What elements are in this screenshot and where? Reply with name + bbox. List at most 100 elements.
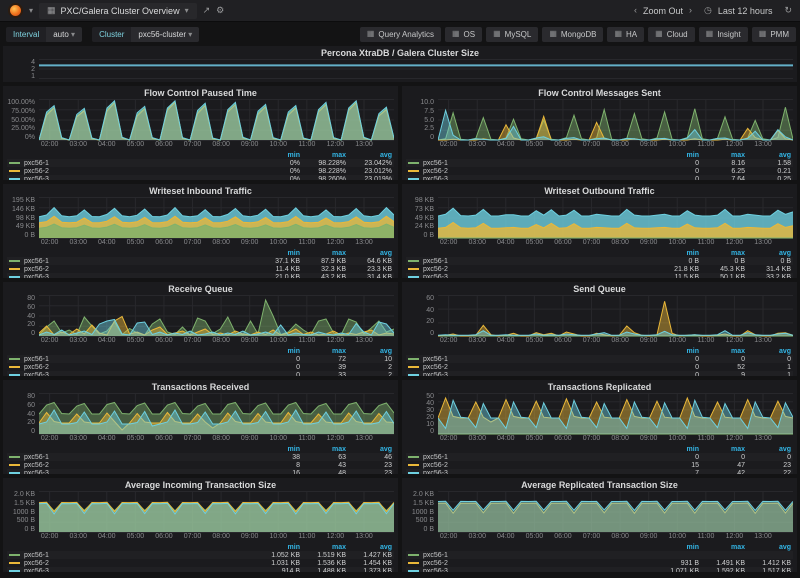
series-name[interactable]: pxc56-3 [423, 176, 653, 181]
series-name[interactable]: pxc56-3 [24, 568, 254, 573]
series-name[interactable]: pxc56-1 [423, 552, 653, 559]
chevron-left-icon[interactable]: ‹ [634, 6, 637, 15]
legend-header-avg[interactable]: avg [346, 152, 392, 159]
series-name[interactable]: pxc56-1 [423, 454, 653, 461]
nav-button-mongodb[interactable]: ▦MongoDB [542, 27, 603, 42]
chart-canvas[interactable] [438, 99, 793, 141]
chart-canvas[interactable] [39, 99, 394, 141]
series-name[interactable]: pxc56-2 [423, 364, 653, 371]
chart-canvas[interactable] [39, 393, 394, 435]
chart-canvas[interactable] [39, 295, 394, 337]
legend-header-min[interactable]: min [254, 348, 300, 355]
legend-header-min[interactable]: min [254, 250, 300, 257]
series-name[interactable]: pxc56-3 [423, 568, 653, 573]
series-name[interactable]: pxc56-3 [24, 176, 254, 181]
series-name[interactable]: pxc56-3 [24, 470, 254, 475]
interval-select[interactable]: auto ▾ [46, 27, 82, 42]
chart-canvas[interactable] [39, 59, 793, 79]
series-name[interactable]: pxc56-1 [423, 258, 653, 265]
legend-header-min[interactable]: min [653, 348, 699, 355]
legend-header-avg[interactable]: avg [346, 544, 392, 551]
legend-header-min[interactable]: min [254, 446, 300, 453]
panel-title[interactable]: Transactions Replicated [406, 381, 793, 393]
series-name[interactable]: pxc56-1 [24, 552, 254, 559]
legend-header-avg[interactable]: avg [346, 348, 392, 355]
legend-header-avg[interactable]: avg [745, 152, 791, 159]
series-name[interactable]: pxc56-1 [423, 356, 653, 363]
series-name[interactable]: pxc56-3 [423, 372, 653, 377]
series-name[interactable]: pxc56-2 [423, 462, 653, 469]
panel-title[interactable]: Send Queue [406, 283, 793, 295]
chart-canvas[interactable] [438, 295, 793, 337]
series-name[interactable]: pxc56-2 [24, 266, 254, 273]
panel-title[interactable]: Average Replicated Transaction Size [406, 479, 793, 491]
dashboard-title-dropdown[interactable]: ▦ PXC/Galera Cluster Overview ▾ [39, 3, 197, 19]
legend-header-max[interactable]: max [300, 544, 346, 551]
series-name[interactable]: pxc56-3 [24, 274, 254, 279]
series-name[interactable]: pxc56-3 [423, 274, 653, 279]
legend-header-avg[interactable]: avg [745, 544, 791, 551]
legend-header-max[interactable]: max [300, 152, 346, 159]
chart-canvas[interactable] [39, 197, 394, 239]
legend-header-max[interactable]: max [300, 348, 346, 355]
series-name[interactable]: pxc56-2 [423, 560, 653, 567]
legend-header-max[interactable]: max [699, 544, 745, 551]
chart-canvas[interactable] [438, 197, 793, 239]
series-name[interactable]: pxc56-2 [423, 266, 653, 273]
series-name[interactable]: pxc56-3 [423, 470, 653, 475]
nav-button-query-analytics[interactable]: ▦Query Analytics [360, 27, 441, 42]
legend-header-max[interactable]: max [699, 152, 745, 159]
panel-title[interactable]: Transactions Received [7, 381, 394, 393]
legend-header-min[interactable]: min [653, 544, 699, 551]
panel-title[interactable]: Flow Control Paused Time [7, 87, 394, 99]
series-name[interactable]: pxc56-1 [24, 454, 254, 461]
legend-header-min[interactable]: min [254, 152, 300, 159]
share-icon[interactable]: ↗ [203, 6, 211, 15]
series-name[interactable]: pxc56-2 [423, 168, 653, 175]
panel-title[interactable]: Writeset Inbound Traffic [7, 185, 394, 197]
zoom-out-button[interactable]: Zoom Out [643, 6, 683, 16]
panel-title[interactable]: Receive Queue [7, 283, 394, 295]
series-name[interactable]: pxc56-2 [24, 364, 254, 371]
chart-canvas[interactable] [39, 491, 394, 533]
gear-icon[interactable]: ⚙ [216, 6, 224, 15]
series-name[interactable]: pxc56-1 [24, 258, 254, 265]
panel-title[interactable]: Average Incoming Transaction Size [7, 479, 394, 491]
nav-button-os[interactable]: ▦OS [445, 27, 482, 42]
nav-button-insight[interactable]: ▦Insight [699, 27, 748, 42]
legend-header-min[interactable]: min [653, 152, 699, 159]
legend-header-avg[interactable]: avg [745, 250, 791, 257]
series-name[interactable]: pxc56-3 [24, 372, 254, 377]
legend-header-max[interactable]: max [699, 446, 745, 453]
time-range-picker[interactable]: ◷ Last 12 hours [704, 6, 772, 16]
nav-button-cloud[interactable]: ▦Cloud [648, 27, 694, 42]
series-name[interactable]: pxc56-1 [24, 160, 254, 167]
menu-caret-icon[interactable]: ▾ [29, 6, 33, 15]
panel-title[interactable]: Percona XtraDB / Galera Cluster Size [7, 47, 793, 59]
chart-canvas[interactable] [438, 393, 793, 435]
nav-button-pmm[interactable]: ▦PMM [752, 27, 796, 42]
chevron-right-icon[interactable]: › [689, 6, 692, 15]
legend-header-avg[interactable]: avg [745, 446, 791, 453]
legend-header-avg[interactable]: avg [346, 250, 392, 257]
nav-button-mysql[interactable]: ▦MySQL [486, 27, 538, 42]
legend-header-avg[interactable]: avg [346, 446, 392, 453]
refresh-icon[interactable]: ↻ [784, 6, 792, 15]
series-name[interactable]: pxc56-1 [24, 356, 254, 363]
series-name[interactable]: pxc56-1 [423, 160, 653, 167]
panel-title[interactable]: Writeset Outbound Traffic [406, 185, 793, 197]
legend-header-avg[interactable]: avg [745, 348, 791, 355]
cluster-select[interactable]: pxc56-cluster ▾ [131, 27, 199, 42]
legend-header-max[interactable]: max [300, 250, 346, 257]
grafana-logo[interactable] [8, 3, 23, 18]
series-name[interactable]: pxc56-2 [24, 560, 254, 567]
legend-header-max[interactable]: max [300, 446, 346, 453]
legend-header-max[interactable]: max [699, 250, 745, 257]
series-name[interactable]: pxc56-2 [24, 462, 254, 469]
series-name[interactable]: pxc56-2 [24, 168, 254, 175]
panel-title[interactable]: Flow Control Messages Sent [406, 87, 793, 99]
legend-header-min[interactable]: min [653, 446, 699, 453]
nav-button-ha[interactable]: ▦HA [607, 27, 644, 42]
legend-header-min[interactable]: min [653, 250, 699, 257]
legend-header-max[interactable]: max [699, 348, 745, 355]
